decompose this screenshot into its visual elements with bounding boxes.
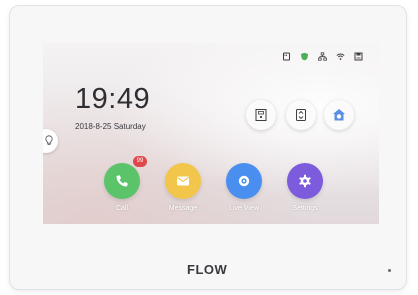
network-icon: [318, 52, 327, 61]
arm-home-button[interactable]: [324, 100, 354, 130]
lightbulb-icon: [45, 135, 53, 146]
wifi-icon: [336, 53, 345, 60]
message-label: Message: [168, 205, 198, 212]
call-label: Call: [115, 205, 129, 212]
live-view-label: Live View: [229, 205, 259, 212]
arm-home-icon: [333, 109, 345, 121]
elevator-button[interactable]: [286, 100, 316, 130]
elevator-icon: [296, 109, 306, 121]
live-view-button[interactable]: [226, 163, 262, 199]
sd-card-icon: [283, 52, 290, 61]
settings-label: Settings: [292, 205, 318, 212]
phone-icon: [116, 175, 128, 187]
camera-icon: [238, 175, 250, 187]
door-unlock-icon: [255, 109, 267, 121]
message-button[interactable]: [165, 163, 201, 199]
clock-date: 2018-8-25 Saturday: [75, 122, 146, 131]
call-button[interactable]: [104, 163, 140, 199]
status-bar: [282, 52, 363, 61]
brand-logo: FLOW: [187, 262, 228, 277]
missed-call-badge: 99: [133, 156, 147, 167]
side-drawer-tab[interactable]: [43, 129, 58, 153]
settings-button[interactable]: [287, 163, 323, 199]
door-unlock-button[interactable]: [246, 100, 276, 130]
storage-icon: [354, 52, 363, 61]
home-screen: 19:49 2018-8-25 Saturday 99 Call Message…: [43, 43, 379, 224]
shield-icon: [301, 52, 308, 61]
clock-time: 19:49: [75, 83, 151, 115]
envelope-icon: [177, 176, 189, 186]
gear-icon: [299, 174, 311, 188]
indicator-light: [388, 269, 391, 272]
